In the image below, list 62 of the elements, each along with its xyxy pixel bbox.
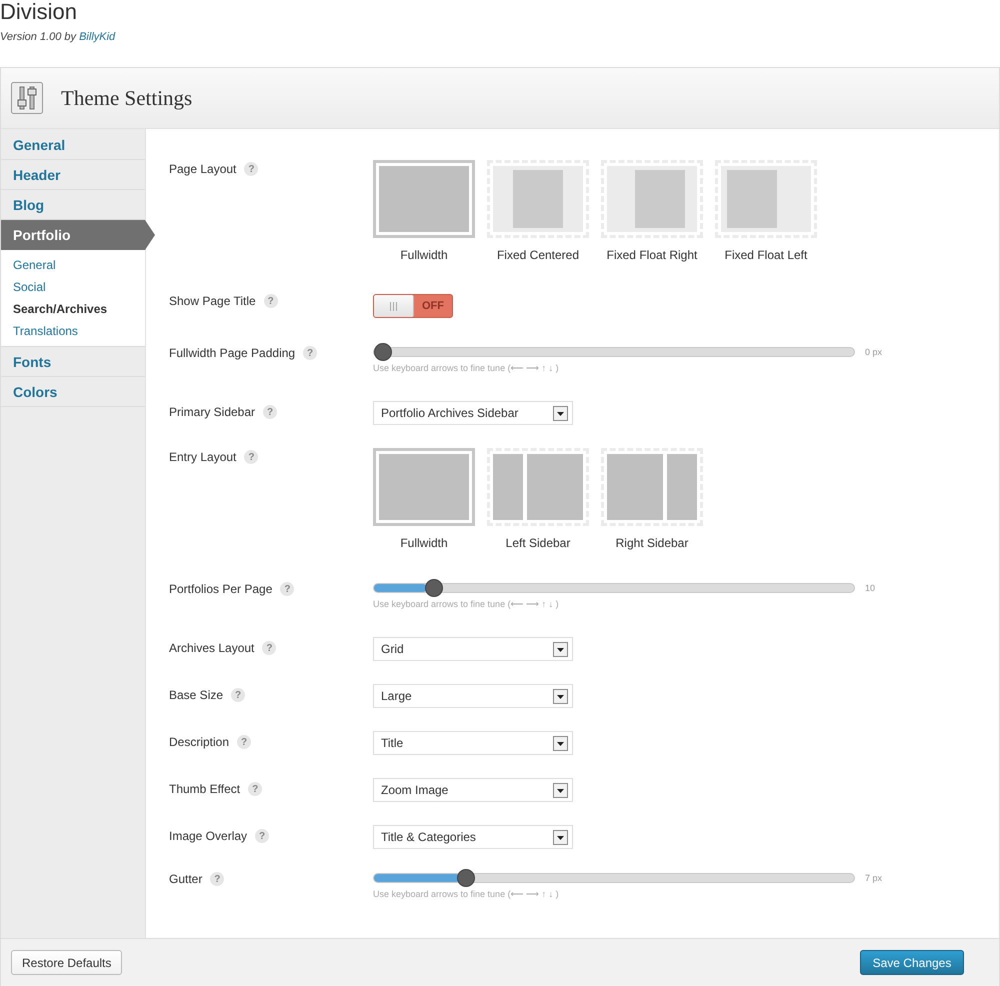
slider-handle[interactable] [424,579,443,597]
setting-label: Entry Layout [169,450,236,464]
help-icon[interactable]: ? [237,735,252,749]
sliders-icon [11,82,43,114]
setting-label: Fullwidth Page Padding [169,346,296,360]
slider-handle[interactable] [456,869,475,887]
slider-value: 10 [865,583,876,593]
setting-label: Primary Sidebar [169,405,256,419]
slider-value: 7 px [865,873,882,883]
select-dropdown[interactable]: Title [373,731,573,755]
help-icon[interactable]: ? [264,294,278,308]
select-dropdown[interactable]: Zoom Image [373,778,573,802]
setting-label: Page Layout [169,162,236,176]
author-link[interactable]: BillyKid [79,31,116,43]
help-icon[interactable]: ? [303,346,318,360]
save-changes-button[interactable]: Save Changes [860,950,964,975]
setting-label: Image Overlay [169,829,248,843]
setting-label: Thumb Effect [169,782,240,796]
help-icon[interactable]: ? [262,641,276,655]
setting-label: Description [169,735,230,749]
layout-option-label: Fullwidth [400,248,448,262]
help-icon[interactable]: ? [244,162,258,176]
select-dropdown[interactable]: Title & Categories [373,825,573,849]
help-icon[interactable]: ? [231,688,246,702]
slider-value: 0 px [865,347,882,357]
setting-label: Gutter [169,872,202,886]
layout-option-label: Fixed Float Right [606,248,698,262]
grip-icon [390,302,397,310]
help-icon[interactable]: ? [244,450,258,464]
select-dropdown[interactable]: Portfolio Archives Sidebar [373,401,573,425]
sidebar-subitem[interactable]: Social [13,276,46,298]
select-dropdown[interactable]: Grid [373,637,573,661]
restore-defaults-button[interactable]: Restore Defaults [11,950,122,975]
layout-option-label: Left Sidebar [506,536,570,550]
version-text: Version 1.00 by BillyKid [0,31,116,43]
help-icon[interactable]: ? [210,872,224,886]
sidebar-subitem[interactable]: Search/Archives [13,298,108,320]
help-icon[interactable]: ? [248,782,262,796]
help-icon[interactable]: ? [280,582,294,596]
layout-option[interactable] [373,448,475,526]
theme-title: Division [0,0,78,24]
layout-option[interactable] [373,160,475,238]
slider-hint: Use keyboard arrows to fine tune (⟵ ⟶ ↑ ↓ ) [373,889,560,899]
slider-handle[interactable] [374,343,392,361]
sidebar-subitem[interactable]: General [13,254,56,276]
sidebar-subitem[interactable]: Translations [13,320,78,342]
setting-label: Portfolios Per Page [169,582,272,596]
help-icon[interactable]: ? [255,829,270,843]
select-dropdown[interactable]: Large [373,684,573,708]
toggle-switch[interactable]: OFF [373,294,453,318]
setting-label: Base Size [169,688,224,702]
layout-option-label: Fullwidth [400,536,448,550]
help-icon[interactable]: ? [263,405,278,419]
layout-option-label: Fixed Centered [496,248,580,262]
layout-option-label: Fixed Float Left [724,248,808,262]
setting-label: Archives Layout [169,641,254,655]
setting-label: Show Page Title [169,294,256,308]
sidebar-item[interactable]: Portfolio [1,220,155,250]
layout-option-label: Right Sidebar [616,536,688,550]
slider-hint: Use keyboard arrows to fine tune (⟵ ⟶ ↑ ↓ ) [373,363,560,373]
panel-title: Theme Settings [61,86,192,110]
slider-hint: Use keyboard arrows to fine tune (⟵ ⟶ ↑ ↓ ) [373,599,560,609]
